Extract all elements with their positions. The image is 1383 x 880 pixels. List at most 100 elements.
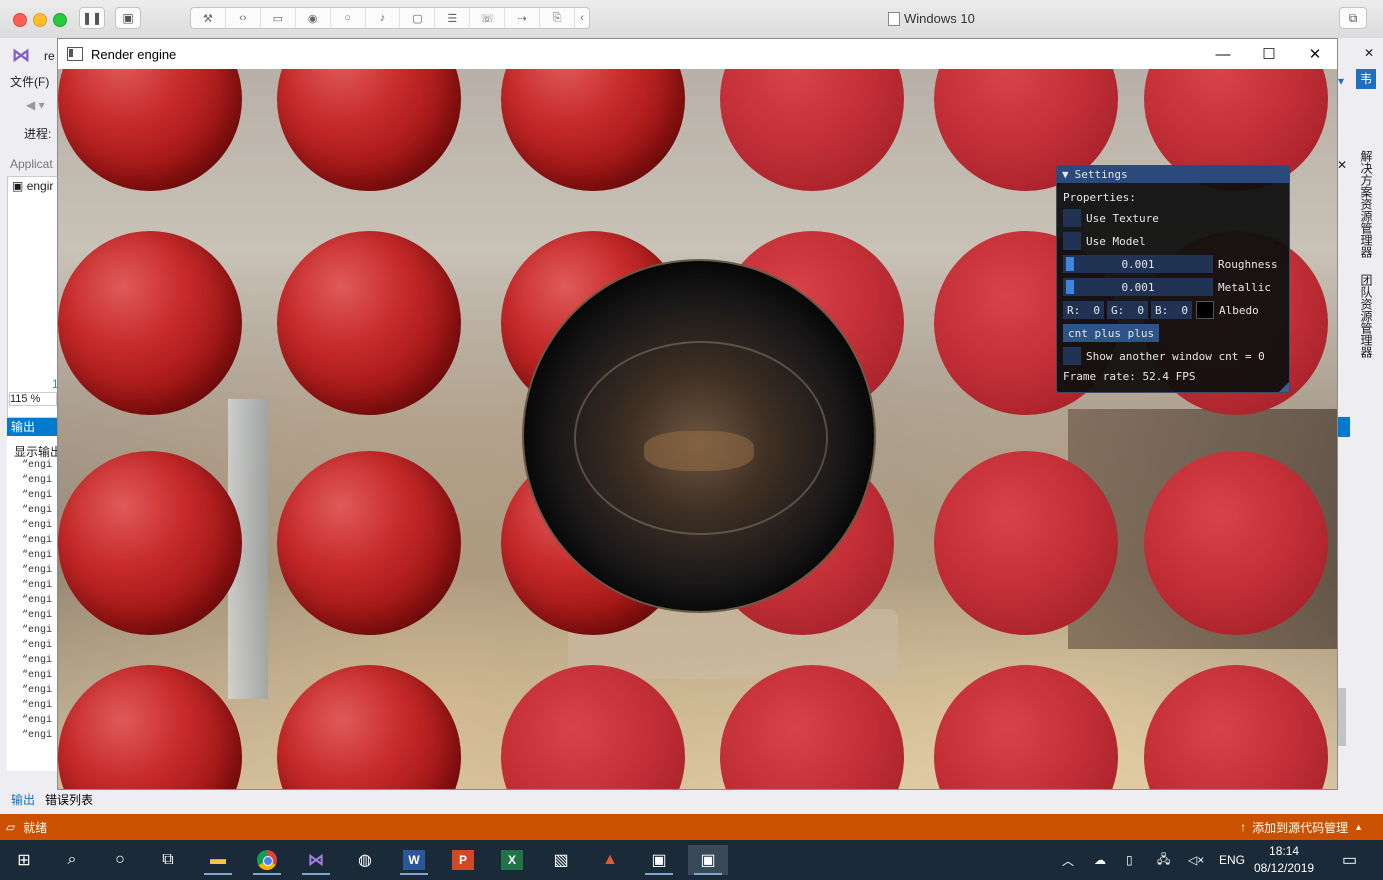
roughness-slider[interactable]: 0.001 (1063, 255, 1213, 273)
use-model-checkbox[interactable] (1063, 232, 1081, 250)
output-panel-header[interactable]: 输出 (7, 418, 57, 436)
drive-icon[interactable]: ▭ (261, 8, 296, 28)
albedo-g-input[interactable]: G: 0 (1107, 301, 1148, 319)
chevron-left-icon[interactable]: ‹ (575, 8, 589, 28)
render-window-title: Render engine (91, 46, 177, 62)
photos-icon[interactable]: ▧ (541, 845, 581, 875)
volume-muted-icon[interactable]: ◁× (1188, 840, 1204, 880)
sphere (720, 665, 904, 789)
use-texture-row: Use Texture (1063, 209, 1159, 227)
cortana-icon[interactable]: ○ (100, 845, 140, 875)
close-window-button[interactable] (13, 13, 27, 27)
search-icon[interactable]: ⌕ (52, 845, 92, 875)
phone-icon[interactable]: ☏ (470, 8, 506, 28)
steam-icon[interactable]: ◍ (345, 845, 385, 875)
user-icon[interactable]: ◉ (296, 8, 331, 28)
onedrive-icon[interactable]: ☁ (1094, 840, 1106, 880)
code-icon[interactable]: ‹› (226, 8, 261, 28)
tab-error-list[interactable]: 错误列表 (45, 791, 93, 808)
output-line: “engi (22, 610, 53, 621)
start-icon[interactable]: ⊞ (4, 845, 44, 875)
solution-explorer-tab[interactable]: 解决方案资源管理器 (1358, 150, 1375, 258)
share-icon[interactable]: ⎘ (540, 8, 575, 28)
sphere (58, 69, 242, 191)
pause-icon[interactable]: ❚❚ (79, 7, 105, 29)
output-line: “engi (22, 535, 53, 546)
albedo-color-swatch[interactable] (1196, 301, 1214, 319)
albedo-b-input[interactable]: B: 0 (1151, 301, 1192, 319)
chevron-up-icon: ▲ (1354, 822, 1363, 832)
host-title-bar: ❚❚ ▣ ⚒ ‹› ▭ ◉ ○ ♪ ▢ ☰ ☏ ⇢ ⎘ ‹ Windows 10… (0, 0, 1383, 39)
clock-date: 08/12/2019 (1254, 861, 1315, 875)
output-line: “engi (22, 520, 53, 531)
task-view-icon[interactable]: ⧉ (148, 845, 188, 875)
metallic-slider[interactable]: 0.001 (1063, 278, 1213, 296)
sphere (277, 69, 461, 191)
app-icon (67, 47, 83, 61)
camera-icon[interactable]: ▢ (400, 8, 436, 28)
file-explorer-icon[interactable]: ▬ (198, 845, 238, 875)
settings-panel[interactable]: ▼ Settings Properties: Use Texture Use M… (1056, 165, 1290, 393)
powerpoint-icon[interactable]: P (443, 845, 483, 875)
wrench-icon[interactable]: ⚒ (191, 8, 226, 28)
arrow-icon: ▾ (1338, 74, 1345, 88)
visual-studio-icon[interactable]: ⋈ (296, 845, 336, 875)
status-ready: 就绪 (23, 820, 48, 835)
minimize-button[interactable]: — (1200, 39, 1246, 69)
sphere (277, 231, 461, 415)
collapse-arrow-icon[interactable]: ▼ (1062, 168, 1069, 181)
zoom-window-button[interactable] (53, 13, 67, 27)
close-icon[interactable]: ✕ (1337, 158, 1347, 172)
chrome-icon[interactable] (247, 845, 287, 875)
render-app-icon[interactable]: ▣ (639, 845, 679, 875)
show-another-window-checkbox[interactable] (1063, 347, 1081, 365)
render-title-bar[interactable]: Render engine — ☐ ✕ (58, 39, 1337, 69)
panel-title: Applicat (10, 157, 53, 171)
sphere (1144, 451, 1328, 635)
solution-panel: ▣ engir 1 (7, 176, 59, 418)
output-line: “engi (22, 625, 53, 636)
blender-icon[interactable]: ▲ (590, 845, 630, 875)
output-line: “engi (22, 490, 53, 501)
close-icon[interactable]: ✕ (1364, 46, 1374, 60)
slider-grab[interactable] (1066, 280, 1074, 294)
render-viewport[interactable]: ▼ Settings Properties: Use Texture Use M… (58, 69, 1337, 789)
team-explorer-tab[interactable]: 团队资源管理器 (1358, 274, 1375, 358)
source-control-button[interactable]: ↑ 添加到源代码管理 ▲ (1240, 819, 1363, 836)
account-icon[interactable]: 韦 (1356, 69, 1376, 89)
language-indicator[interactable]: ENG (1219, 840, 1245, 880)
maximize-button[interactable]: ☐ (1246, 39, 1292, 69)
user-outline-icon[interactable]: ○ (331, 8, 366, 28)
zoom-level[interactable]: 115 % (9, 392, 57, 406)
panel-item[interactable]: ▣ engir (12, 179, 53, 193)
render-app-icon-2[interactable]: ▣ (688, 845, 728, 875)
show-hidden-icons-icon[interactable]: ︿ (1062, 840, 1074, 880)
close-button[interactable]: ✕ (1292, 39, 1338, 69)
up-arrow-icon: ↑ (1240, 820, 1247, 834)
excel-icon[interactable]: X (492, 845, 532, 875)
tablet-icon[interactable]: ▯ (1126, 840, 1133, 880)
fullscreen-icon[interactable]: ⧉ (1339, 7, 1367, 29)
word-icon[interactable]: W (394, 845, 434, 875)
speaker-icon[interactable]: ♪ (366, 8, 401, 28)
progress-label: 进程: (24, 127, 52, 141)
slider-grab[interactable] (1066, 257, 1074, 271)
printer-icon[interactable]: ☰ (435, 8, 471, 28)
usb-icon[interactable]: ⇢ (505, 8, 541, 28)
cnt-plus-plus-button[interactable]: cnt plus plus (1063, 324, 1160, 342)
settings-title-bar[interactable]: ▼ Settings (1057, 166, 1289, 183)
network-icon[interactable]: 🖧 (1157, 840, 1170, 880)
form-icon: ▣ (12, 179, 24, 193)
notifications-icon[interactable]: ▭ (1342, 840, 1357, 880)
clock[interactable]: 18:14 08/12/2019 (1254, 843, 1314, 877)
snapshot-icon[interactable]: ▣ (115, 7, 141, 29)
albedo-r-input[interactable]: R: 0 (1063, 301, 1104, 319)
menu-file[interactable]: 文件(F) (10, 73, 49, 90)
clock-time: 18:14 (1269, 844, 1300, 858)
back-icon[interactable]: ◀ ▾ (26, 98, 45, 112)
resize-grip[interactable] (1279, 382, 1289, 392)
use-texture-checkbox[interactable] (1063, 209, 1081, 227)
minimize-window-button[interactable] (33, 13, 47, 27)
tab-output[interactable]: 输出 (11, 791, 35, 808)
scrollbar-thumb[interactable] (1338, 688, 1346, 746)
